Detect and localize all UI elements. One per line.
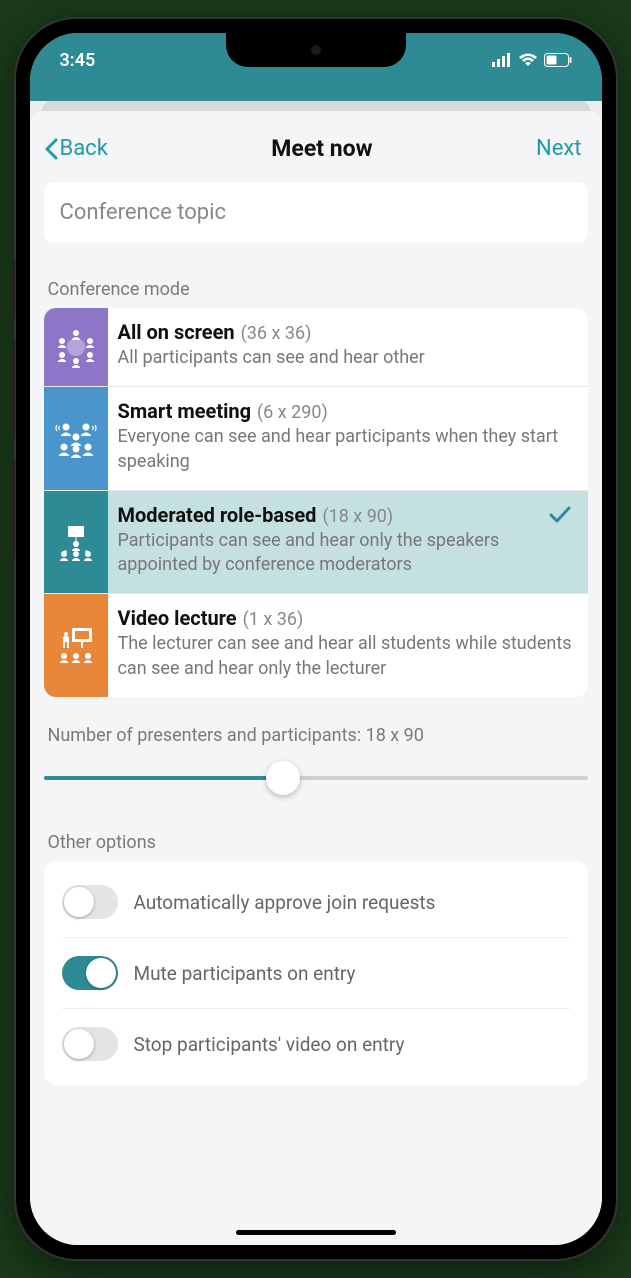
page-title: Meet now bbox=[271, 135, 372, 162]
option-auto-approve: Automatically approve join requests bbox=[62, 867, 570, 938]
mode-smart-meeting[interactable]: Smart meeting (6 x 290) Everyone can see… bbox=[44, 387, 588, 491]
slider-thumb[interactable] bbox=[266, 761, 300, 795]
option-mute-entry: Mute participants on entry bbox=[62, 938, 570, 1009]
back-button[interactable]: Back bbox=[44, 136, 108, 161]
participants-slider[interactable] bbox=[44, 764, 588, 792]
option-label: Mute participants on entry bbox=[134, 962, 356, 985]
video-lecture-icon bbox=[44, 594, 108, 697]
switch-mute-entry[interactable] bbox=[62, 956, 118, 990]
all-on-screen-icon bbox=[44, 308, 108, 386]
mode-dim: (18 x 90) bbox=[322, 506, 393, 527]
option-label: Stop participants' video on entry bbox=[134, 1033, 405, 1056]
mode-video-lecture[interactable]: Video lecture (1 x 36) The lecturer can … bbox=[44, 594, 588, 697]
slider-label: Number of presenters and participants: 1… bbox=[44, 725, 588, 746]
back-label: Back bbox=[60, 136, 108, 161]
nav-bar: Back Meet now Next bbox=[30, 111, 602, 182]
option-stop-video: Stop participants' video on entry bbox=[62, 1009, 570, 1079]
chevron-left-icon bbox=[44, 138, 58, 160]
mode-moderated[interactable]: Moderated role-based (18 x 90) Participa… bbox=[44, 491, 588, 595]
mode-title: Video lecture bbox=[118, 606, 237, 630]
battery-icon bbox=[544, 53, 572, 67]
mode-dim: (36 x 36) bbox=[241, 323, 312, 344]
switch-stop-video[interactable] bbox=[62, 1027, 118, 1061]
mode-all-on-screen[interactable]: All on screen (36 x 36) All participants… bbox=[44, 308, 588, 387]
option-label: Automatically approve join requests bbox=[134, 891, 436, 914]
mode-title: Moderated role-based bbox=[118, 503, 317, 527]
mode-title: All on screen bbox=[118, 320, 235, 344]
conference-topic-input[interactable]: Conference topic bbox=[44, 182, 588, 243]
switch-auto-approve[interactable] bbox=[62, 885, 118, 919]
signal-icon bbox=[492, 53, 512, 67]
mode-section-label: Conference mode bbox=[44, 279, 588, 300]
wifi-icon bbox=[518, 53, 538, 67]
status-time: 3:45 bbox=[60, 50, 96, 71]
other-options-card: Automatically approve join requests Mute… bbox=[44, 861, 588, 1085]
home-indicator[interactable] bbox=[236, 1230, 396, 1235]
check-icon bbox=[548, 505, 572, 525]
status-indicators bbox=[492, 53, 572, 67]
mode-dim: (1 x 36) bbox=[243, 609, 304, 630]
mode-dim: (6 x 290) bbox=[257, 402, 328, 423]
next-button[interactable]: Next bbox=[536, 136, 581, 161]
other-options-label: Other options bbox=[44, 832, 588, 853]
mode-desc: All participants can see and hear other bbox=[118, 346, 572, 370]
moderated-icon bbox=[44, 491, 108, 594]
mode-list: All on screen (36 x 36) All participants… bbox=[44, 308, 588, 697]
mode-desc: The lecturer can see and hear all studen… bbox=[118, 632, 572, 681]
mode-desc: Participants can see and hear only the s… bbox=[118, 529, 572, 578]
mode-title: Smart meeting bbox=[118, 399, 252, 423]
smart-meeting-icon bbox=[44, 387, 108, 490]
mode-desc: Everyone can see and hear participants w… bbox=[118, 425, 572, 474]
